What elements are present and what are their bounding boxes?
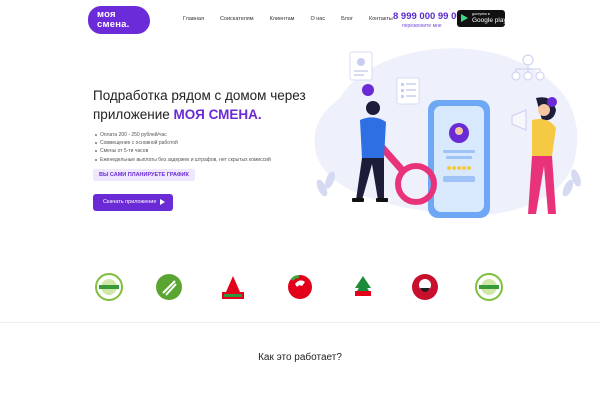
logo-line2: смена. <box>97 19 130 30</box>
play-arrow-icon <box>160 199 165 205</box>
google-play-button[interactable]: доступно в Google play <box>457 10 507 27</box>
spar-logo[interactable] <box>348 272 378 302</box>
store-small-label: доступно в <box>472 12 490 16</box>
nav-about[interactable]: О нас <box>310 16 325 22</box>
benefit-item: Совмещение с основной работой <box>95 139 271 147</box>
nav-clients[interactable]: Клиентам <box>270 16 295 22</box>
section-divider <box>0 322 600 323</box>
hero-title-brand: МОЯ СМЕНА. <box>173 107 262 122</box>
callback-link[interactable]: перезвоните мне <box>402 23 442 29</box>
partners-row <box>92 272 512 312</box>
nav-home[interactable]: Главная <box>183 16 204 22</box>
pyaterochka-logo[interactable] <box>285 272 315 302</box>
chat-bubble-icon <box>362 84 374 96</box>
schedule-badge: ВЫ САМИ ПЛАНИРУЕТЕ ГРАФИК <box>93 169 195 181</box>
how-it-works-title: Как это работает? <box>258 352 342 363</box>
download-app-label: Скачать приложение <box>103 199 157 205</box>
partner-logo[interactable] <box>474 272 504 302</box>
main-nav: Главная Соискателям Клиентам О нас Блог … <box>183 16 409 22</box>
download-app-button[interactable]: Скачать приложение <box>93 194 173 211</box>
nav-blog[interactable]: Блог <box>341 16 353 22</box>
nav-contacts[interactable]: Контакты <box>369 16 393 22</box>
profile-avatar-icon <box>357 58 365 66</box>
header: моя смена. Главная Соискателям Клиентам … <box>0 0 600 38</box>
play-icon <box>461 14 468 22</box>
benefit-item: Смены от 5-ти часов <box>95 147 271 155</box>
benefit-item: Оплата 200 - 250 рублей/час <box>95 131 271 139</box>
store-big-label: Google play <box>472 17 507 24</box>
phone-number[interactable]: 8 999 000 99 00 <box>393 11 462 22</box>
benefits-list: Оплата 200 - 250 рублей/час Совмещение с… <box>95 131 271 164</box>
nav-jobseekers[interactable]: Соискателям <box>220 16 254 22</box>
kfc-logo[interactable] <box>410 272 440 302</box>
auchan-logo[interactable] <box>218 272 248 302</box>
hero-illustration <box>314 48 581 218</box>
partner-logo[interactable] <box>94 272 124 302</box>
benefit-item: Еженедельные выплаты без задержек и штра… <box>95 156 271 164</box>
partner-logo[interactable] <box>154 272 184 302</box>
logo[interactable]: моя смена. <box>88 6 150 34</box>
notification-bubble-icon <box>547 97 557 107</box>
